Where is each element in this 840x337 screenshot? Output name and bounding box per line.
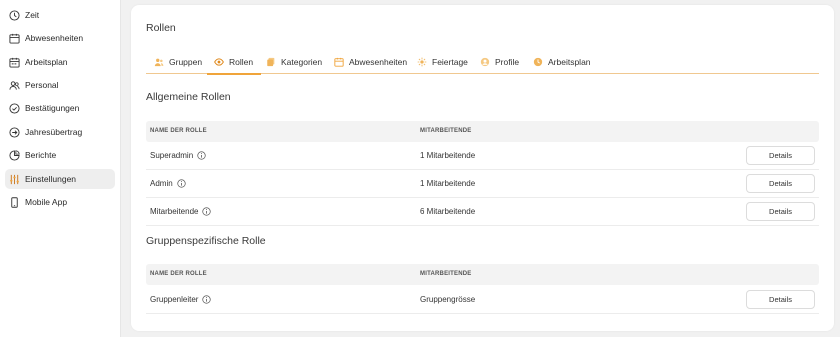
column-header-count: MITARBEITENDE xyxy=(420,271,472,277)
section-title-group: Gruppenspezifische Rolle xyxy=(146,235,266,247)
page-title: Rollen xyxy=(146,22,176,34)
tab-label: Kategorien xyxy=(281,57,323,67)
phone-icon xyxy=(9,196,20,208)
tab-label: Arbeitsplan xyxy=(548,57,591,67)
tab-kategorien[interactable]: Kategorien xyxy=(266,50,322,74)
calendar-plan-icon xyxy=(9,57,20,68)
profile-icon xyxy=(480,57,490,67)
details-button[interactable]: Details xyxy=(746,202,815,221)
details-button[interactable]: Details xyxy=(746,174,815,193)
folder-icon xyxy=(266,57,276,67)
tab-label: Abwesenheiten xyxy=(349,57,408,67)
tab-label: Gruppen xyxy=(169,57,203,67)
table-row: Admin 1 Mitarbeitende Details xyxy=(146,170,819,198)
info-icon[interactable] xyxy=(177,179,186,188)
table-row: Mitarbeitende 6 Mitarbeitende Details xyxy=(146,198,819,226)
sliders-icon xyxy=(9,174,20,185)
tab-feiertage[interactable]: Feiertage xyxy=(417,50,468,74)
sidebar-item-bestaetigungen[interactable]: Bestätigungen xyxy=(5,98,115,118)
check-circle-icon xyxy=(9,102,20,114)
clock-icon xyxy=(9,9,20,21)
member-count: 1 Mitarbeitende xyxy=(420,179,476,188)
clock-icon xyxy=(533,57,543,67)
tab-arbeitsplan[interactable]: Arbeitsplan xyxy=(533,50,591,74)
sidebar-item-label: Einstellungen xyxy=(25,174,77,184)
sidebar: Zeit Abwesenheiten Arbeitsplan Personal … xyxy=(0,0,121,337)
table-row: Superadmin 1 Mitarbeitende Details xyxy=(146,142,819,170)
sun-icon xyxy=(417,57,427,67)
sidebar-item-label: Mobile App xyxy=(25,197,68,207)
sidebar-item-mobile-app[interactable]: Mobile App xyxy=(5,192,115,212)
column-header-name: NAME DER ROLLE xyxy=(150,271,207,277)
sidebar-item-label: Bestätigungen xyxy=(25,103,80,113)
sidebar-item-label: Abwesenheiten xyxy=(25,33,84,43)
tab-label: Rollen xyxy=(229,57,254,67)
calendar-icon xyxy=(9,33,20,44)
sidebar-item-jahresuebertrag[interactable]: Jahresübertrag xyxy=(5,122,115,142)
sidebar-item-label: Berichte xyxy=(25,150,57,160)
column-header-name: NAME DER ROLLE xyxy=(150,128,207,134)
tab-profile[interactable]: Profile xyxy=(480,50,519,74)
sidebar-item-einstellungen[interactable]: Einstellungen xyxy=(5,169,115,189)
column-header-count: MITARBEITENDE xyxy=(420,128,472,134)
sidebar-item-label: Arbeitsplan xyxy=(25,57,68,67)
member-count: 6 Mitarbeitende xyxy=(420,207,476,216)
member-count: 1 Mitarbeitende xyxy=(420,151,476,160)
people-icon xyxy=(9,80,20,91)
member-count: Gruppengrösse xyxy=(420,295,476,304)
sidebar-item-arbeitsplan[interactable]: Arbeitsplan xyxy=(5,52,115,72)
eye-icon xyxy=(214,57,224,67)
info-icon[interactable] xyxy=(197,151,206,160)
info-icon[interactable] xyxy=(202,295,212,304)
role-name: Mitarbeitende xyxy=(150,207,212,216)
table-header: NAME DER ROLLE MITARBEITENDE xyxy=(146,121,819,142)
table-row: Gruppenleiter Gruppengrösse Details xyxy=(146,286,819,314)
details-button[interactable]: Details xyxy=(746,146,815,165)
calendar-icon xyxy=(334,57,344,67)
info-icon[interactable] xyxy=(202,207,212,216)
sidebar-item-label: Personal xyxy=(25,80,59,90)
tab-label: Profile xyxy=(495,57,520,67)
role-name: Gruppenleiter xyxy=(150,295,212,304)
details-button[interactable]: Details xyxy=(746,290,815,309)
role-name: Admin xyxy=(150,179,186,188)
sidebar-item-berichte[interactable]: Berichte xyxy=(5,145,115,165)
sidebar-item-label: Jahresübertrag xyxy=(25,127,83,137)
chart-icon xyxy=(9,149,20,161)
sidebar-item-personal[interactable]: Personal xyxy=(5,75,115,95)
tab-label: Feiertage xyxy=(432,57,468,67)
tab-bar: Gruppen Rollen Kategorien Abwesenheiten … xyxy=(146,50,819,75)
tab-abwesenheiten[interactable]: Abwesenheiten xyxy=(334,50,407,74)
sidebar-item-label: Zeit xyxy=(25,10,40,20)
group-icon xyxy=(154,57,164,67)
role-name: Superadmin xyxy=(150,151,206,160)
table-header: NAME DER ROLLE MITARBEITENDE xyxy=(146,264,819,285)
arrow-circle-icon xyxy=(9,126,20,138)
section-title-general: Allgemeine Rollen xyxy=(146,91,231,103)
tab-rollen[interactable]: Rollen xyxy=(207,50,262,75)
sidebar-item-zeit[interactable]: Zeit xyxy=(5,5,115,25)
roles-card: Rollen Gruppen Rollen Kategorien Abwesen… xyxy=(131,5,834,331)
sidebar-item-abwesenheiten[interactable]: Abwesenheiten xyxy=(5,28,115,48)
tab-gruppen[interactable]: Gruppen xyxy=(154,50,202,74)
